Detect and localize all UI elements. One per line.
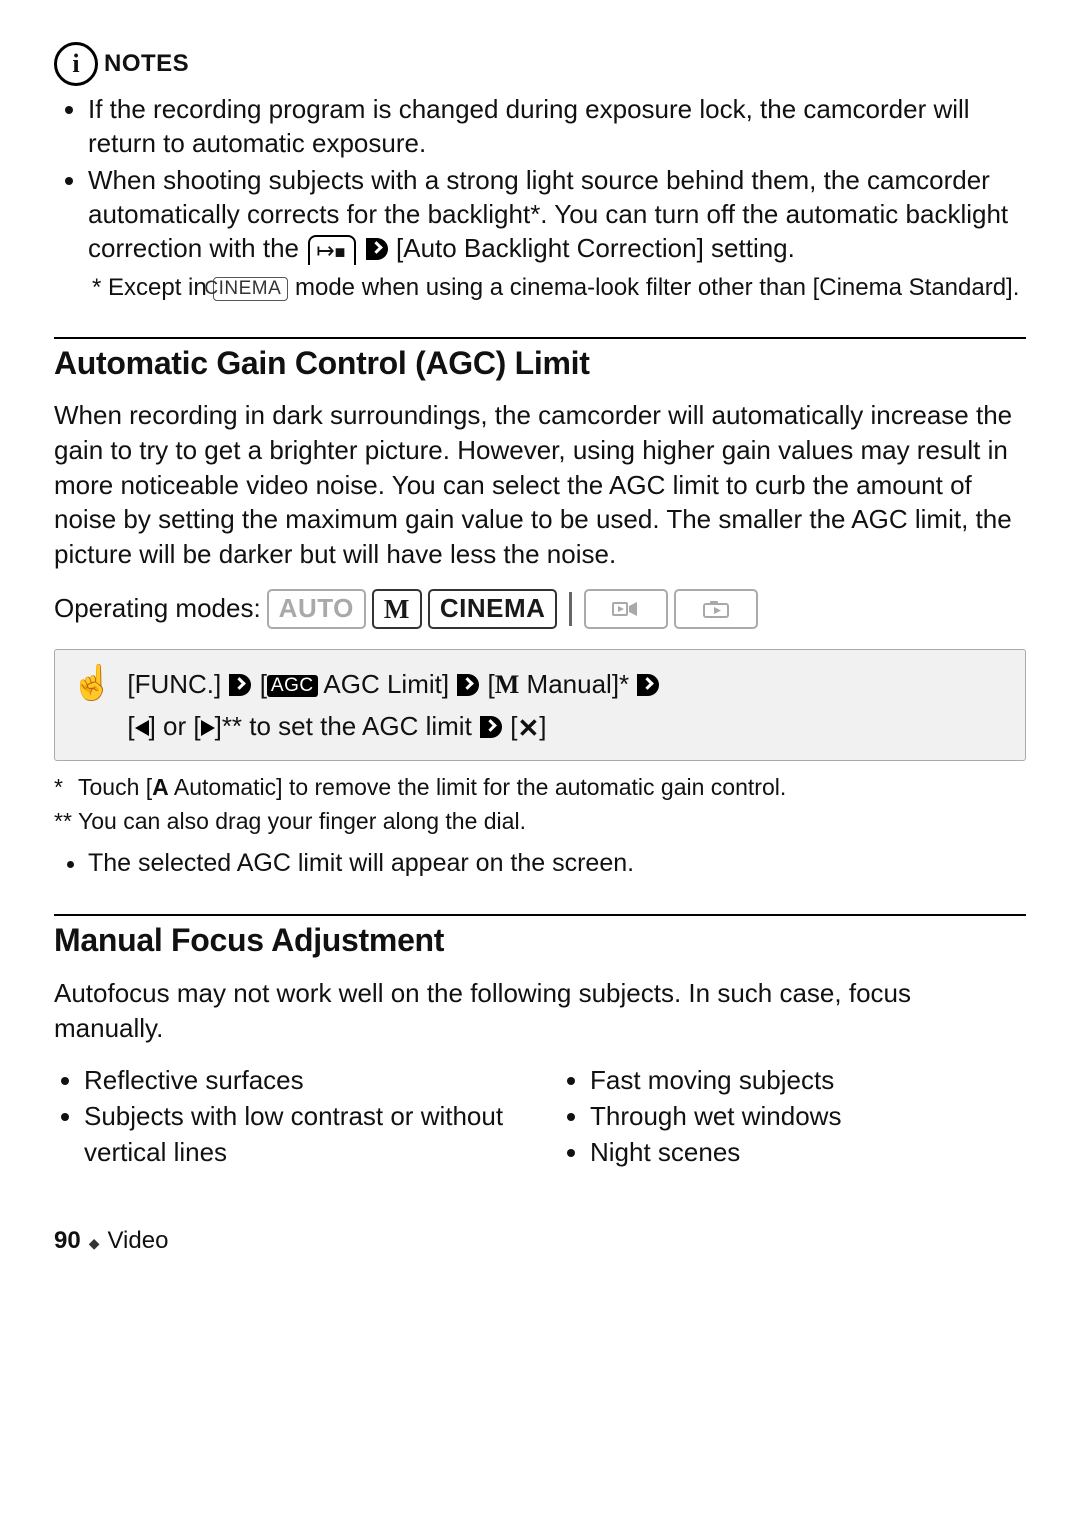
- footer-section: Video: [107, 1225, 168, 1256]
- info-icon: i: [54, 42, 98, 86]
- chevron-step-icon: [229, 674, 251, 696]
- notes-bullet-1: If the recording program is changed duri…: [88, 92, 1026, 161]
- focus-lead: Autofocus may not work well on the follo…: [54, 976, 1026, 1045]
- mode-auto: AUTO: [267, 589, 366, 629]
- m-icon: M: [495, 670, 520, 699]
- notes-bullet-2: When shooting subjects with a strong lig…: [88, 163, 1026, 266]
- focus-subjects-columns: Reflective surfaces Subjects with low co…: [54, 1063, 1026, 1171]
- cinema-mode-pill: CINEMA: [213, 277, 288, 301]
- focus-right-3: Night scenes: [590, 1135, 1026, 1171]
- diamond-icon: ◆: [89, 1234, 100, 1252]
- notes-footnote-pre: * Except in: [92, 274, 213, 301]
- right-arrow-icon: [201, 720, 215, 736]
- page-number: 90: [54, 1225, 81, 1256]
- close-x-icon: ✕: [518, 715, 540, 741]
- touch-hand-icon: ☝: [71, 666, 113, 700]
- focus-left-1: Reflective surfaces: [84, 1063, 520, 1099]
- proc-agc-text: AGC Limit]: [318, 669, 449, 699]
- agc-chip-icon: AGC: [267, 675, 318, 697]
- notes-header: i NOTES: [54, 42, 1026, 86]
- proc-func: [FUNC.]: [127, 669, 221, 699]
- proc-manual-text: Manual]*: [519, 669, 629, 699]
- mode-m: M: [372, 589, 422, 629]
- mode-movie-play-icon: [584, 589, 668, 629]
- agc-post-bullets: The selected AGC limit will appear on th…: [54, 847, 1026, 881]
- chevron-step-icon: [366, 238, 388, 260]
- operating-modes-label: Operating modes:: [54, 592, 261, 626]
- agc-procedure-panel: ☝ [FUNC.] [AGC AGC Limit] [M Manual]* []…: [54, 649, 1026, 761]
- focus-subjects-left: Reflective surfaces Subjects with low co…: [54, 1063, 520, 1171]
- notes-bullet-list: If the recording program is changed duri…: [54, 92, 1026, 266]
- mode-separator: [569, 592, 572, 626]
- proc-arrows-text: ]** to set the AGC limit: [215, 711, 472, 741]
- chevron-step-icon: [480, 716, 502, 738]
- notes-footnote: * Except in CINEMA mode when using a cin…: [92, 272, 1026, 303]
- fn2-text: You can also drag your finger along the …: [78, 808, 526, 834]
- left-arrow-icon: [135, 720, 149, 736]
- notes-bullet-2-post: [Auto Backlight Correction] setting.: [396, 233, 795, 263]
- auto-a-icon: A: [152, 774, 169, 800]
- manual-page: i NOTES If the recording program is chan…: [0, 0, 1080, 1521]
- agc-footnote-2: **You can also drag your finger along th…: [54, 807, 1026, 837]
- agc-lead: When recording in dark surroundings, the…: [54, 398, 1026, 571]
- focus-section: Manual Focus Adjustment Autofocus may no…: [54, 914, 1026, 1170]
- page-footer: 90 ◆ Video: [54, 1225, 1026, 1256]
- focus-subjects-right: Fast moving subjects Through wet windows…: [560, 1063, 1026, 1171]
- notes-footnote-post: mode when using a cinema-look filter oth…: [295, 274, 1019, 301]
- mode-cinema: CINEMA: [428, 589, 558, 629]
- focus-right-1: Fast moving subjects: [590, 1063, 1026, 1099]
- fn1-pre: Touch [: [78, 774, 152, 800]
- camera-settings-tab-icon: ↦■: [308, 235, 355, 265]
- chevron-step-icon: [457, 674, 479, 696]
- agc-post-bullet-1: The selected AGC limit will appear on th…: [88, 847, 1026, 881]
- mode-photo-play-icon: [674, 589, 758, 629]
- focus-heading: Manual Focus Adjustment: [54, 920, 1026, 962]
- chevron-step-icon: [637, 674, 659, 696]
- focus-right-2: Through wet windows: [590, 1099, 1026, 1135]
- agc-section: Automatic Gain Control (AGC) Limit When …: [54, 337, 1026, 881]
- agc-procedure-steps: [FUNC.] [AGC AGC Limit] [M Manual]* [] o…: [127, 664, 660, 746]
- agc-footnote-1: *Touch [A Automatic] to remove the limit…: [54, 773, 1026, 803]
- fn1-rest: Automatic] to remove the limit for the a…: [169, 774, 786, 800]
- notes-header-label: NOTES: [104, 48, 189, 79]
- operating-modes-row: Operating modes: AUTO M CINEMA: [54, 589, 1026, 629]
- focus-left-2: Subjects with low contrast or without ve…: [84, 1099, 520, 1171]
- proc-or: ] or [: [149, 711, 201, 741]
- agc-heading: Automatic Gain Control (AGC) Limit: [54, 343, 1026, 385]
